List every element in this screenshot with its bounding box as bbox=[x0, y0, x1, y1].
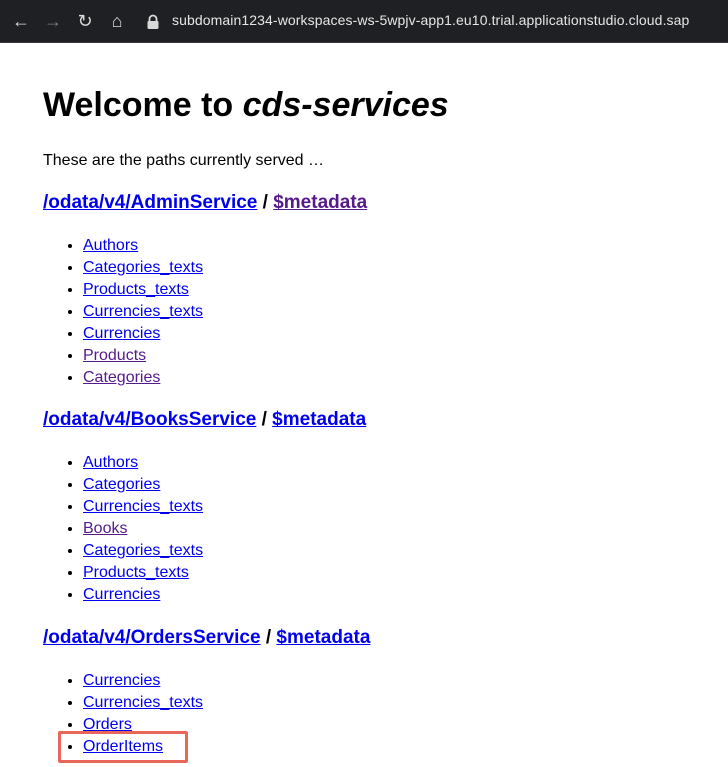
list-item: Authors bbox=[83, 452, 203, 474]
list-item: Books bbox=[83, 518, 203, 540]
entity-link-books-books[interactable]: Books bbox=[83, 520, 127, 537]
list-item: Currencies bbox=[83, 584, 203, 606]
page-title-app-name: cds-services bbox=[242, 86, 449, 124]
page-title: Welcome to cds-services bbox=[43, 86, 449, 125]
service-heading-orders: /odata/v4/OrdersService / $metadata bbox=[43, 627, 370, 649]
separator: / bbox=[262, 192, 274, 213]
list-item: Currencies_texts bbox=[83, 301, 203, 323]
lock-icon[interactable] bbox=[146, 14, 160, 30]
entity-list-books: Authors Categories Currencies_texts Book… bbox=[43, 452, 203, 606]
list-item: Currencies bbox=[83, 323, 203, 345]
entity-link-books-authors[interactable]: Authors bbox=[83, 454, 138, 471]
entity-link-admin-currencies[interactable]: Currencies bbox=[83, 325, 160, 342]
highlight-box bbox=[58, 731, 188, 763]
entity-link-books-products-texts[interactable]: Products_texts bbox=[83, 564, 189, 581]
list-item: Authors bbox=[83, 235, 203, 257]
list-item: Currencies bbox=[83, 670, 203, 692]
metadata-link-orders[interactable]: $metadata bbox=[276, 627, 370, 648]
address-bar-url[interactable]: subdomain1234-workspaces-ws-5wpjv-app1.e… bbox=[172, 12, 689, 28]
list-item: Products_texts bbox=[83, 562, 203, 584]
entity-link-orders-currencies[interactable]: Currencies bbox=[83, 672, 160, 689]
reload-icon[interactable]: ↻ bbox=[75, 11, 95, 31]
list-item: Categories bbox=[83, 474, 203, 496]
back-arrow-icon[interactable]: ← bbox=[11, 11, 31, 31]
entity-link-admin-categories[interactable]: Categories bbox=[83, 369, 160, 386]
entity-link-books-categories-texts[interactable]: Categories_texts bbox=[83, 542, 203, 559]
entity-link-admin-currencies-texts[interactable]: Currencies_texts bbox=[83, 303, 203, 320]
page-title-prefix: Welcome to bbox=[43, 86, 243, 124]
service-link-orders[interactable]: /odata/v4/OrdersService bbox=[43, 627, 261, 648]
entity-list-admin: Authors Categories_texts Products_texts … bbox=[43, 235, 203, 389]
list-item: Products_texts bbox=[83, 279, 203, 301]
service-heading-books: /odata/v4/BooksService / $metadata bbox=[43, 409, 366, 431]
home-icon[interactable]: ⌂ bbox=[107, 11, 127, 31]
separator: / bbox=[265, 627, 277, 648]
entity-link-admin-products[interactable]: Products bbox=[83, 347, 146, 364]
list-item: Currencies_texts bbox=[83, 692, 203, 714]
service-link-admin[interactable]: /odata/v4/AdminService bbox=[43, 192, 257, 213]
list-item: Categories bbox=[83, 367, 203, 389]
list-item: Products bbox=[83, 345, 203, 367]
service-link-books[interactable]: /odata/v4/BooksService bbox=[43, 409, 256, 430]
forward-arrow-icon[interactable]: → bbox=[43, 11, 63, 31]
entity-link-admin-products-texts[interactable]: Products_texts bbox=[83, 281, 189, 298]
list-item: Categories_texts bbox=[83, 540, 203, 562]
entity-link-orders-currencies-texts[interactable]: Currencies_texts bbox=[83, 694, 203, 711]
metadata-link-books[interactable]: $metadata bbox=[272, 409, 366, 430]
list-item: Categories_texts bbox=[83, 257, 203, 279]
entity-link-admin-categories-texts[interactable]: Categories_texts bbox=[83, 259, 203, 276]
metadata-link-admin[interactable]: $metadata bbox=[273, 192, 367, 213]
entity-link-books-currencies[interactable]: Currencies bbox=[83, 586, 160, 603]
entity-link-books-currencies-texts[interactable]: Currencies_texts bbox=[83, 498, 203, 515]
intro-text: These are the paths currently served … bbox=[43, 152, 325, 169]
list-item: Currencies_texts bbox=[83, 496, 203, 518]
entity-link-admin-authors[interactable]: Authors bbox=[83, 237, 138, 254]
separator: / bbox=[261, 409, 273, 430]
entity-link-books-categories[interactable]: Categories bbox=[83, 476, 160, 493]
service-heading-admin: /odata/v4/AdminService / $metadata bbox=[43, 192, 367, 214]
browser-toolbar: ← → ↻ ⌂ subdomain1234-workspaces-ws-5wpj… bbox=[0, 0, 728, 43]
